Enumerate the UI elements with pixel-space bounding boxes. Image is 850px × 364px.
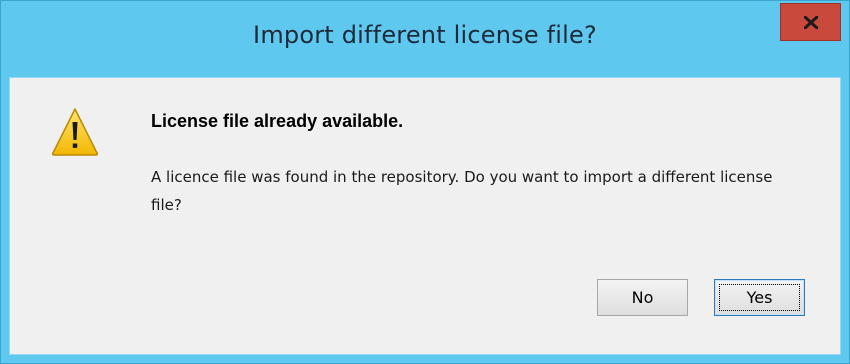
- close-button[interactable]: [780, 3, 841, 41]
- title-bar[interactable]: Import different license file?: [1, 1, 849, 77]
- window-title: Import different license file?: [253, 21, 597, 49]
- yes-button-label: Yes: [746, 288, 773, 307]
- no-button-label: No: [631, 288, 654, 307]
- no-button[interactable]: No: [597, 279, 688, 316]
- dialog-window: Import different license file? License f…: [0, 0, 850, 364]
- yes-button[interactable]: Yes: [714, 279, 805, 316]
- warning-icon: [51, 108, 99, 156]
- close-icon: [804, 16, 818, 29]
- dialog-message: A licence file was found in the reposito…: [151, 168, 773, 214]
- dialog-body: License file already available. A licenc…: [9, 77, 841, 355]
- dialog-heading: License file already available.: [151, 111, 404, 131]
